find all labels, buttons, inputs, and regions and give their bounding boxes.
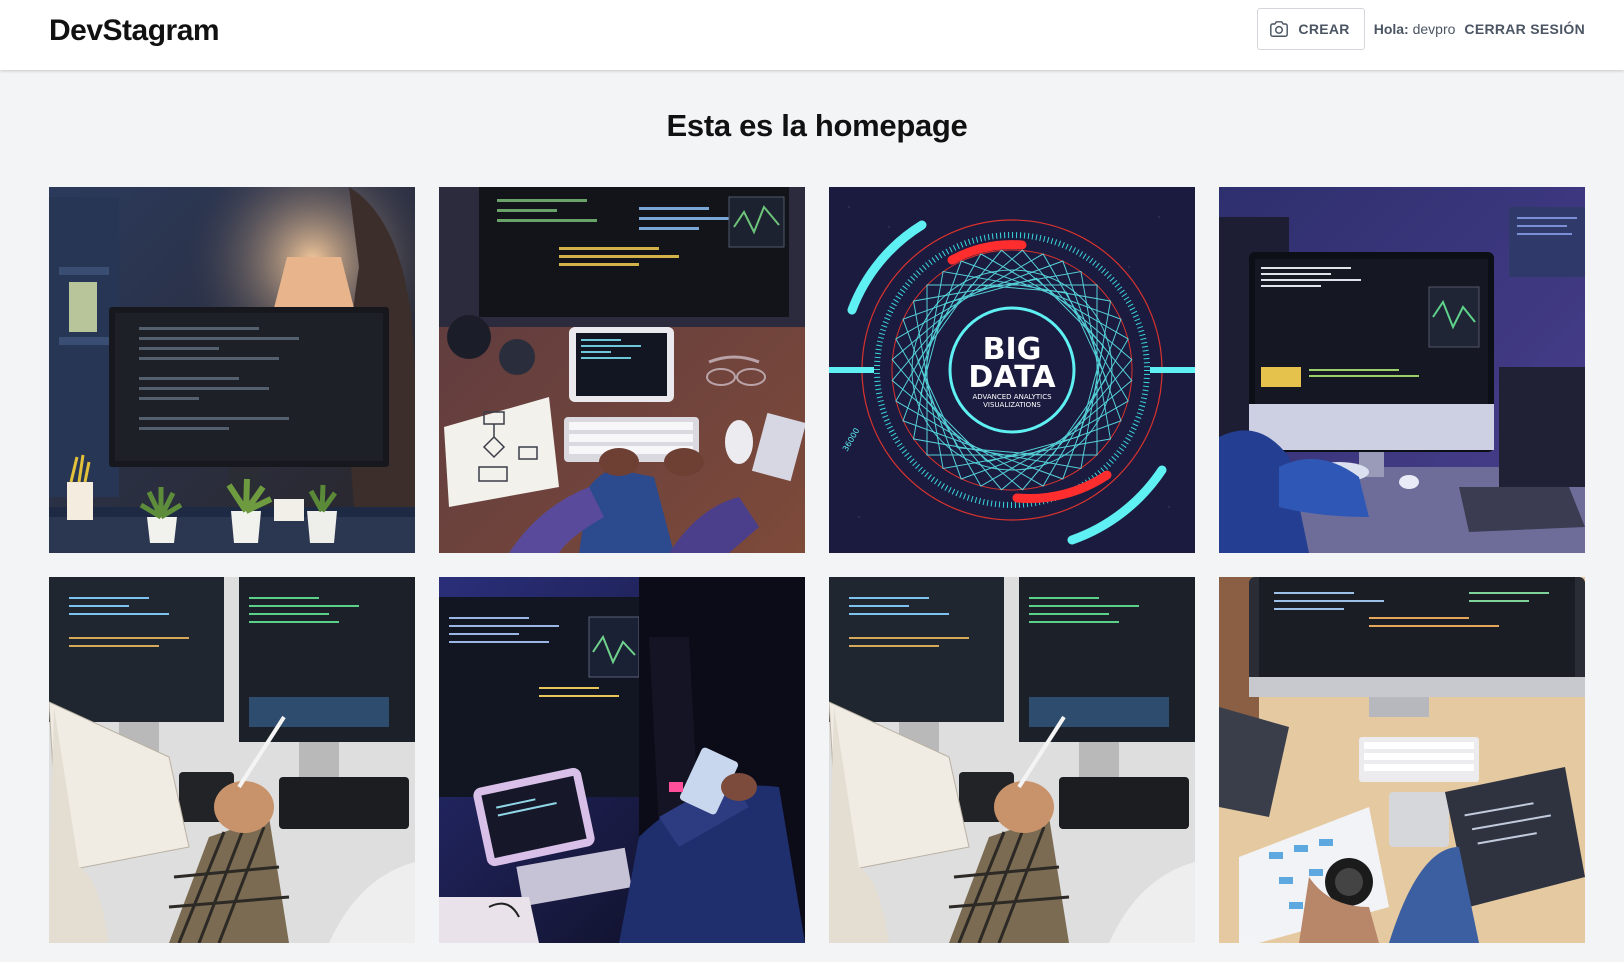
post-thumbnail[interactable]: BIG DATA ADVANCED ANALYTICS VISUALIZATIO… <box>829 187 1195 553</box>
post-image <box>439 577 805 943</box>
post-thumbnail[interactable] <box>439 577 805 943</box>
post-image: BIG DATA ADVANCED ANALYTICS VISUALIZATIO… <box>829 187 1195 553</box>
camera-icon <box>1268 19 1290 39</box>
top-navbar: DevStagram CREAR Hola: devpro CERRAR SES… <box>0 0 1624 70</box>
create-button-label: CREAR <box>1298 21 1350 37</box>
bigdata-subtitle: ADVANCED ANALYTICS <box>972 393 1052 401</box>
post-image <box>829 577 1195 943</box>
post-thumbnail[interactable] <box>49 187 415 553</box>
bigdata-subtitle-2: VISUALIZATIONS <box>983 401 1041 409</box>
user-nav: CREAR Hola: devpro CERRAR SESIÓN <box>1257 8 1585 50</box>
logout-button[interactable]: CERRAR SESIÓN <box>1464 21 1585 37</box>
posts-grid: BIG DATA ADVANCED ANALYTICS VISUALIZATIO… <box>49 187 1585 943</box>
post-image <box>49 577 415 943</box>
greeting-prefix: Hola: <box>1373 21 1409 37</box>
create-post-button[interactable]: CREAR <box>1257 8 1365 50</box>
bigdata-title-2: DATA <box>968 360 1056 395</box>
user-greeting: Hola: devpro <box>1374 21 1456 37</box>
post-image <box>1219 187 1585 553</box>
app-logo[interactable]: DevStagram <box>49 14 220 48</box>
post-image <box>439 187 805 553</box>
post-thumbnail[interactable] <box>49 577 415 943</box>
post-thumbnail[interactable] <box>439 187 805 553</box>
username: devpro <box>1412 21 1456 37</box>
post-image <box>1219 577 1585 943</box>
post-thumbnail[interactable] <box>1219 577 1585 943</box>
post-thumbnail[interactable] <box>1219 187 1585 553</box>
post-image <box>49 187 415 553</box>
post-thumbnail[interactable] <box>829 577 1195 943</box>
page-title: Esta es la homepage <box>666 108 968 143</box>
